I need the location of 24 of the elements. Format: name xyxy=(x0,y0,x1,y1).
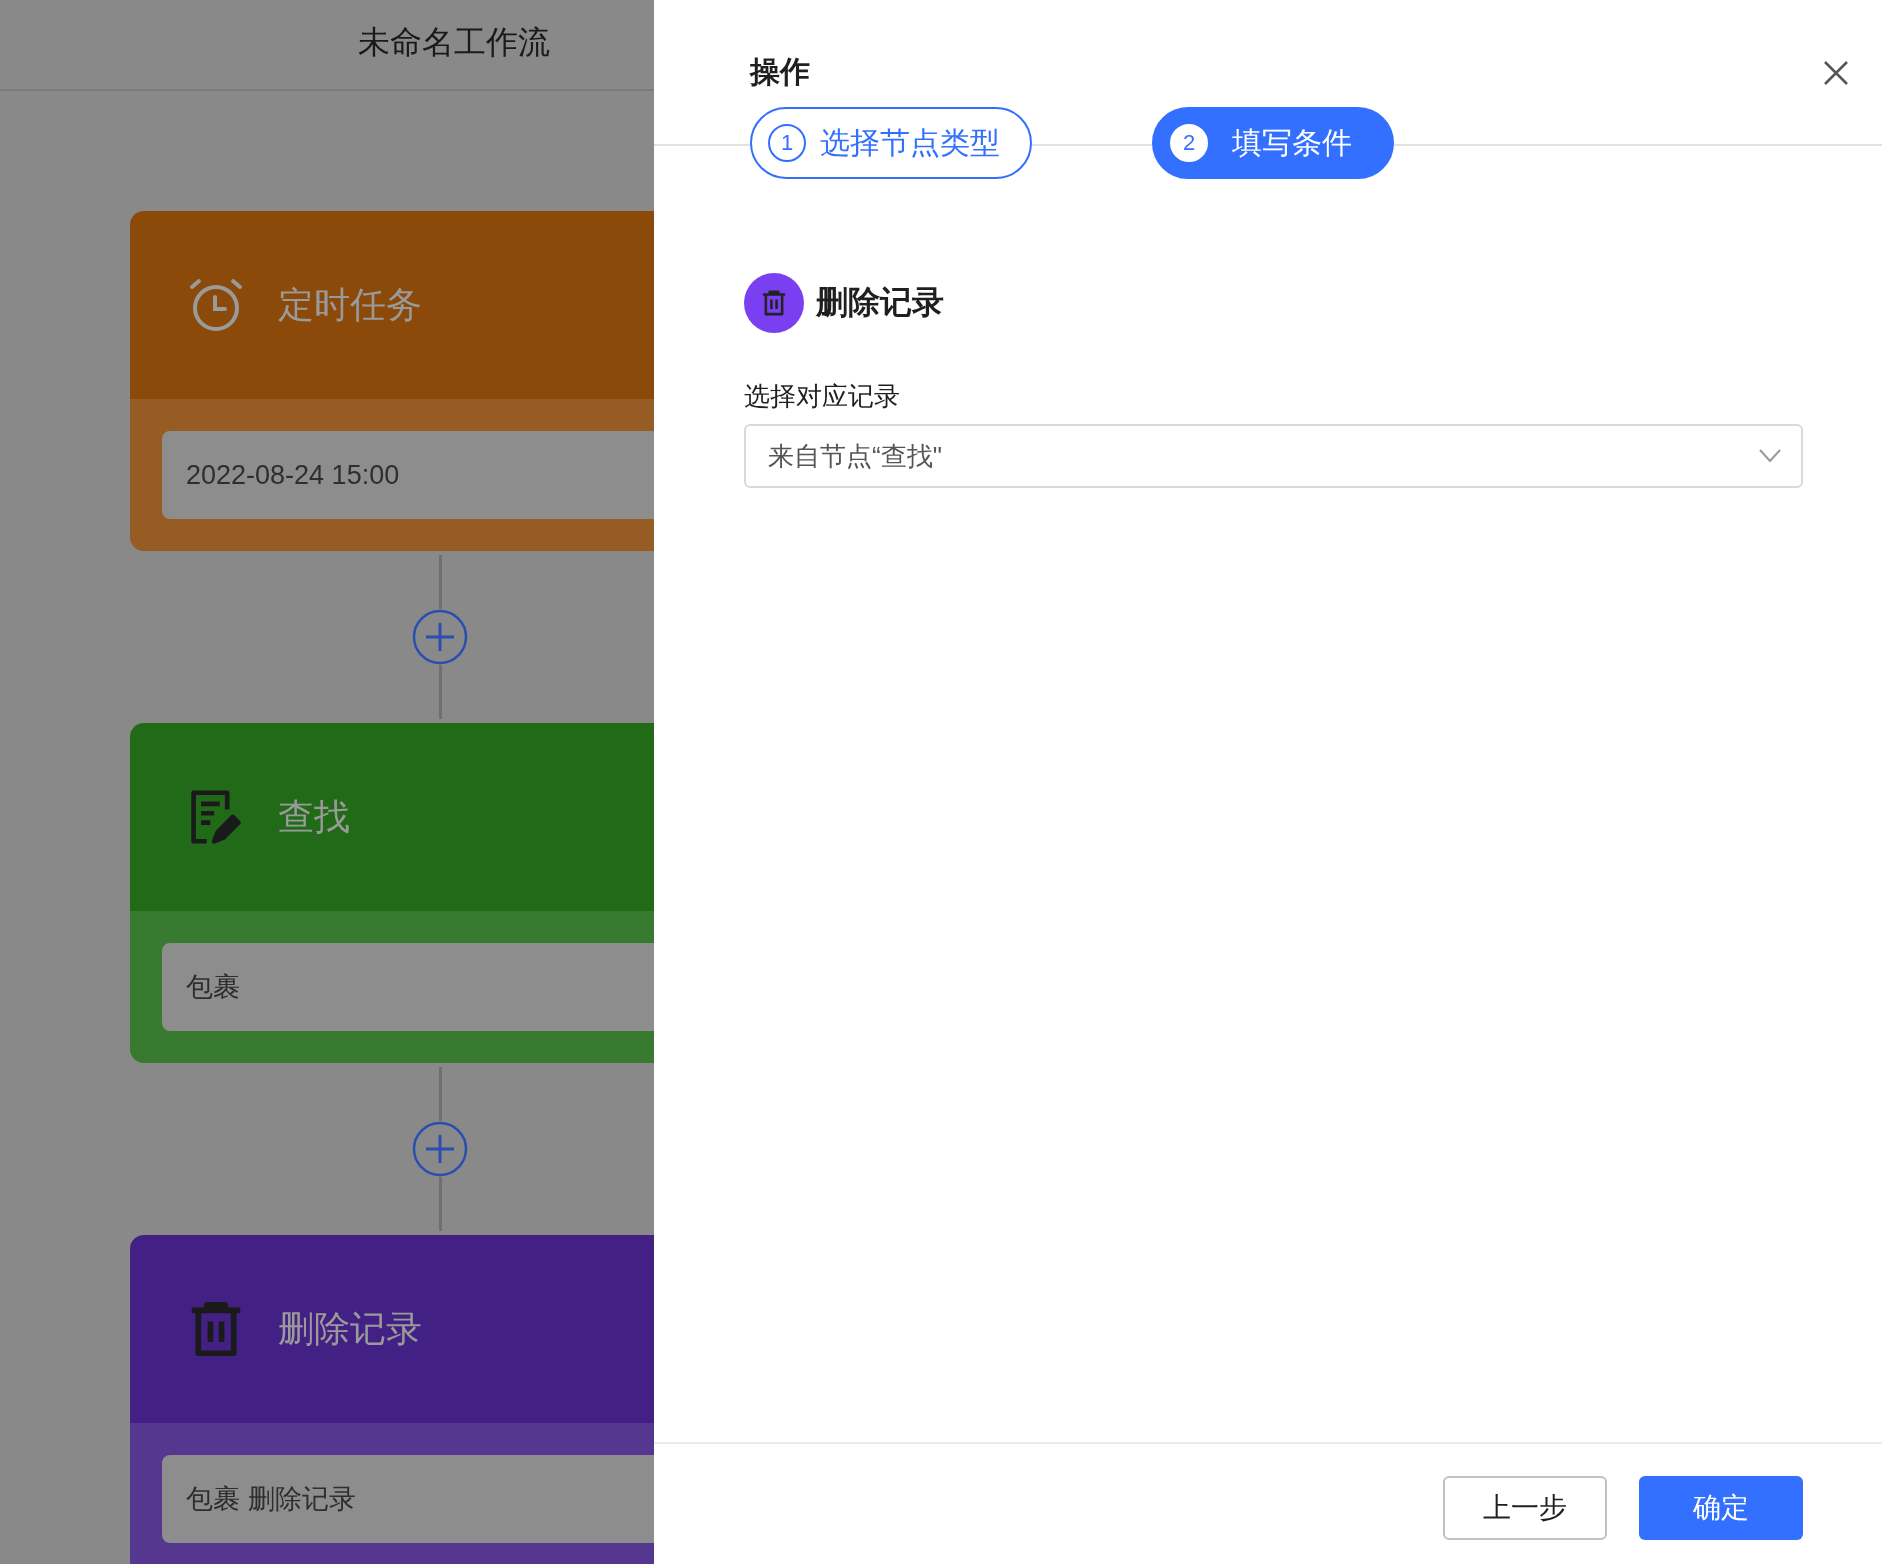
node-title: 删除记录 xyxy=(278,1306,422,1351)
node-title: 查找 xyxy=(278,794,350,839)
workflow-title: 未命名工作流 xyxy=(358,22,550,62)
alarm-clock-icon xyxy=(188,277,244,333)
step-tab[interactable]: 2 填写条件 xyxy=(1152,107,1394,179)
add-icon[interactable] xyxy=(412,1121,468,1177)
field-label: 选择对应记录 xyxy=(744,380,901,413)
confirm-button[interactable]: 确定 xyxy=(1639,1476,1803,1540)
node-summary: 2022-08-24 15:00 xyxy=(162,431,654,519)
trash-icon xyxy=(762,290,786,316)
step-number: 1 xyxy=(768,124,806,162)
caret-icon xyxy=(1759,449,1781,463)
node-summary: 包裹 删除记录 xyxy=(162,1455,654,1543)
step-number: 2 xyxy=(1170,124,1208,162)
back-button[interactable]: 上一步 xyxy=(1443,1476,1607,1540)
node-summary: 包裹 xyxy=(162,943,654,1031)
node-type-title: 删除记录 xyxy=(816,283,944,322)
add-icon[interactable] xyxy=(412,609,468,665)
record-select[interactable]: 来自节点“查找" xyxy=(744,424,1803,488)
close-icon[interactable] xyxy=(1822,58,1850,87)
node-title: 定时任务 xyxy=(278,282,422,327)
edit-document-icon xyxy=(188,789,244,845)
step-tab[interactable]: 1 选择节点类型 xyxy=(750,107,1032,179)
drawer-title: 操作 xyxy=(750,54,810,90)
